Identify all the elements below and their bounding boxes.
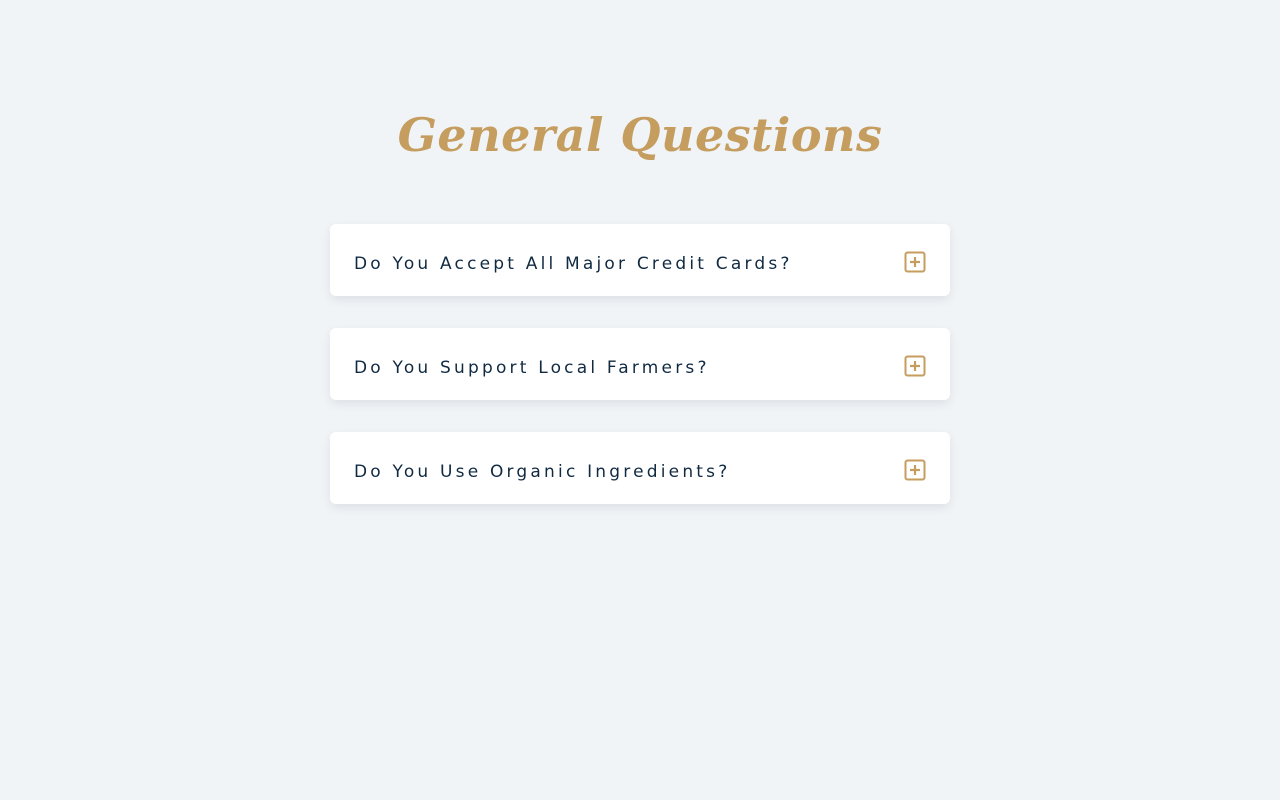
plus-square-icon: [904, 251, 926, 273]
faq-item-local-farmers[interactable]: Do You Support Local Farmers?: [330, 328, 950, 400]
expand-button[interactable]: [904, 459, 926, 481]
faq-list: Do You Accept All Major Credit Cards? Do…: [330, 224, 950, 536]
page-title: General Questions: [397, 108, 883, 162]
faq-question: Do You Accept All Major Credit Cards?: [354, 254, 793, 274]
plus-square-icon: [904, 355, 926, 377]
faq-item-organic-ingredients[interactable]: Do You Use Organic Ingredients?: [330, 432, 950, 504]
faq-page: General Questions Do You Accept All Majo…: [0, 0, 1280, 800]
faq-question: Do You Use Organic Ingredients?: [354, 462, 731, 482]
expand-button[interactable]: [904, 355, 926, 377]
faq-item-credit-cards[interactable]: Do You Accept All Major Credit Cards?: [330, 224, 950, 296]
faq-question: Do You Support Local Farmers?: [354, 358, 710, 378]
expand-button[interactable]: [904, 251, 926, 273]
plus-square-icon: [904, 459, 926, 481]
